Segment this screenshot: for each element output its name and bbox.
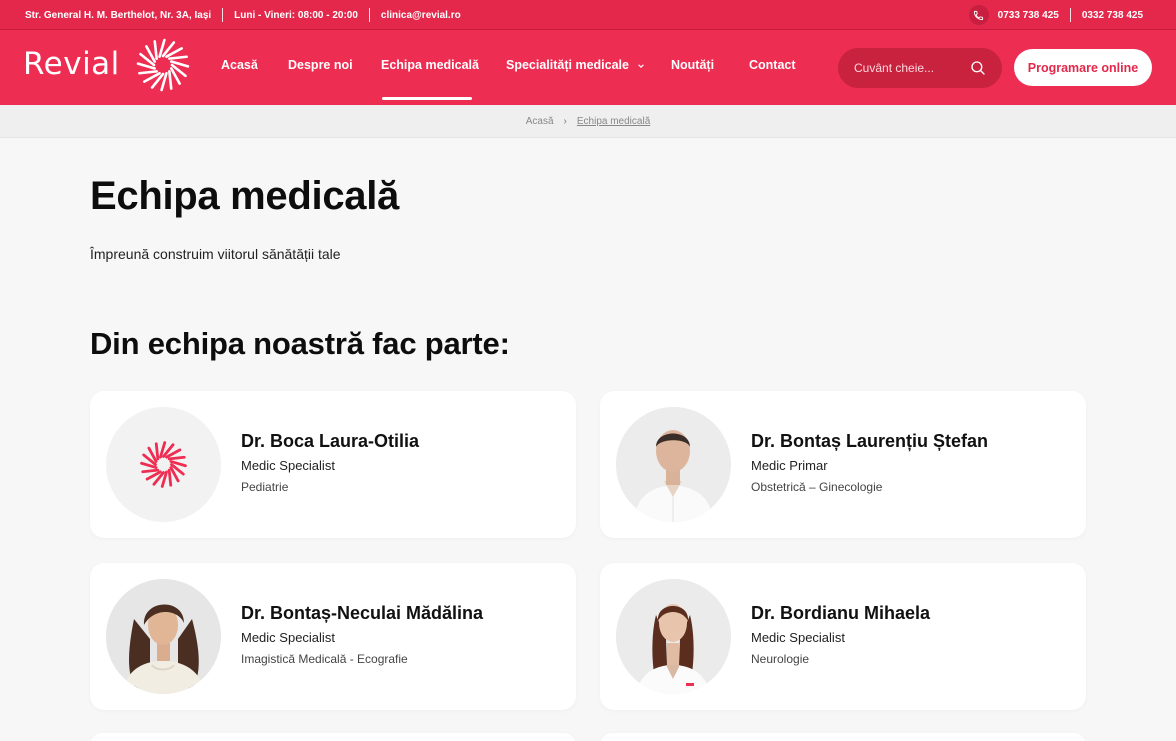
page-title: Echipa medicală bbox=[90, 174, 399, 218]
phone-link-2[interactable]: 0332 738 425 bbox=[1082, 10, 1143, 21]
topbar-divider bbox=[222, 8, 224, 22]
phone-link-1[interactable]: 0733 738 425 bbox=[998, 10, 1059, 21]
doctor-name[interactable]: Dr. Bontaș Laurențiu Ștefan bbox=[751, 431, 988, 452]
doctor-photo-female-curly bbox=[106, 579, 221, 694]
doctor-avatar bbox=[616, 579, 731, 694]
doctor-card-partial[interactable] bbox=[600, 733, 1086, 741]
doctor-name[interactable]: Dr. Boca Laura-Otilia bbox=[241, 431, 419, 452]
main-header: Revial Acasă Despre noi Echipa medicală … bbox=[0, 30, 1176, 105]
doctor-card-partial[interactable] bbox=[90, 733, 576, 741]
doctor-avatar bbox=[616, 407, 731, 522]
doctor-specialty: Pediatrie bbox=[241, 480, 289, 494]
doctor-role: Medic Specialist bbox=[241, 458, 335, 473]
book-online-button[interactable]: Programare online bbox=[1014, 49, 1152, 86]
nav-item-label: Specialități medicale bbox=[506, 58, 629, 72]
nav-item-contact[interactable]: Contact bbox=[749, 58, 796, 72]
section-title: Din echipa noastră fac parte: bbox=[90, 326, 510, 361]
doctor-avatar bbox=[106, 407, 221, 522]
doctor-card[interactable]: Dr. Boca Laura-Otilia Medic Specialist P… bbox=[90, 391, 576, 538]
doctor-name[interactable]: Dr. Bordianu Mihaela bbox=[751, 603, 930, 624]
breadcrumb-home-link[interactable]: Acasă bbox=[526, 116, 554, 127]
top-info-bar: Str. General H. M. Berthelot, Nr. 3A, Ia… bbox=[0, 0, 1176, 30]
doctor-photo-female-long-hair bbox=[616, 579, 731, 694]
search-icon[interactable] bbox=[969, 59, 987, 77]
address-text: Str. General H. M. Berthelot, Nr. 3A, Ia… bbox=[25, 9, 212, 21]
nav-item-acasa[interactable]: Acasă bbox=[221, 58, 258, 72]
doctor-role: Medic Specialist bbox=[241, 630, 335, 645]
doctor-specialty: Imagistică Medicală - Ecografie bbox=[241, 652, 408, 666]
breadcrumb: Acasă › Echipa medicală bbox=[0, 105, 1176, 138]
search-input[interactable] bbox=[854, 58, 964, 78]
doctor-card[interactable]: Dr. Bontaș Laurențiu Ștefan Medic Primar… bbox=[600, 391, 1086, 538]
doctor-card[interactable]: Dr. Bordianu Mihaela Medic Specialist Ne… bbox=[600, 563, 1086, 710]
nav-item-echipa-medicala[interactable]: Echipa medicală bbox=[381, 58, 479, 72]
doctor-card[interactable]: Dr. Bontaș-Neculai Mădălina Medic Specia… bbox=[90, 563, 576, 710]
doctor-role: Medic Primar bbox=[751, 458, 828, 473]
search-box bbox=[838, 48, 1002, 88]
topbar-divider bbox=[368, 8, 370, 22]
phone-icon bbox=[968, 5, 989, 25]
logo-icon[interactable] bbox=[136, 38, 190, 92]
doctor-role: Medic Specialist bbox=[751, 630, 845, 645]
email-link[interactable]: clinica@revial.ro bbox=[381, 10, 461, 21]
revial-logo-icon bbox=[140, 441, 187, 488]
nav-item-noutati[interactable]: Noutăți bbox=[671, 58, 714, 72]
doctor-specialty: Neurologie bbox=[751, 652, 810, 666]
logo-wordmark[interactable]: Revial bbox=[23, 46, 120, 82]
doctor-photo-male bbox=[616, 407, 731, 522]
nav-item-specialitati[interactable]: Specialități medicale bbox=[506, 58, 645, 72]
doctor-avatar bbox=[106, 579, 221, 694]
hours-text: Luni - Vineri: 08:00 - 20:00 bbox=[234, 9, 358, 21]
topbar-divider bbox=[1069, 8, 1071, 22]
page-subtitle: Împreună construim viitorul sănătății ta… bbox=[90, 246, 341, 262]
doctor-specialty: Obstetrică – Ginecologie bbox=[751, 480, 883, 494]
breadcrumb-separator: › bbox=[563, 115, 567, 127]
chevron-down-icon bbox=[638, 64, 645, 68]
breadcrumb-current[interactable]: Echipa medicală bbox=[577, 116, 650, 127]
nav-item-despre-noi[interactable]: Despre noi bbox=[288, 58, 353, 72]
nav-active-indicator bbox=[382, 97, 472, 100]
doctor-name[interactable]: Dr. Bontaș-Neculai Mădălina bbox=[241, 603, 483, 624]
